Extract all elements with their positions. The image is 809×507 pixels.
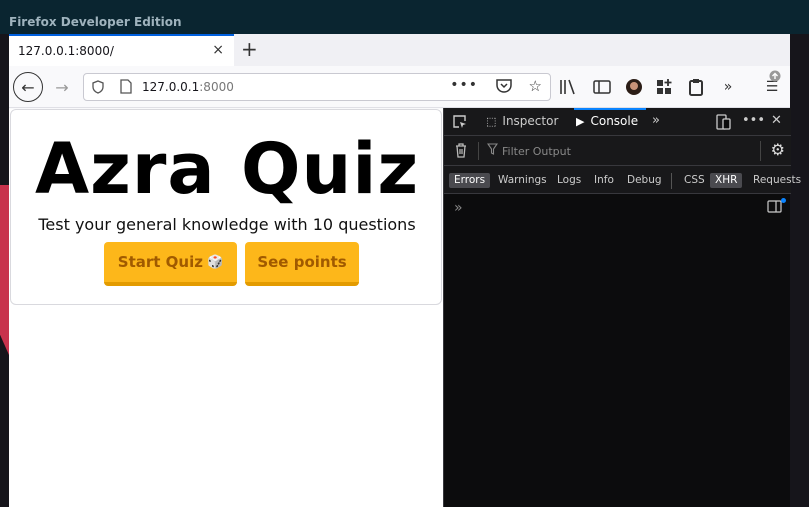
tab-title: 127.0.0.1:8000/ [18,44,114,58]
url-port: :8000 [199,80,234,94]
console-sidebar-toggle-icon[interactable] [767,200,782,213]
level-separator [671,173,672,189]
page-actions-more-icon[interactable]: ••• [450,77,478,93]
devtools-panel: ⬚ Inspector ▶ Console » ••• ✕ Filter Out… [443,108,801,507]
gear-separator [760,141,761,161]
tab-inspector[interactable]: ⬚ Inspector [486,108,558,136]
sidebar-icon[interactable] [591,76,613,98]
devtools-toolbar: ⬚ Inspector ▶ Console » ••• ✕ [444,108,791,136]
see-points-label: See points [257,253,347,271]
dice-icon: 🎲 [207,254,224,270]
extensions-icon[interactable] [653,76,675,98]
clipboard-icon[interactable] [685,76,707,98]
filter-separator [478,142,479,160]
tracking-shield-icon[interactable] [92,80,104,94]
start-quiz-button[interactable]: Start Quiz 🎲 [104,242,237,286]
level-info[interactable]: Info [589,173,619,188]
tab-console[interactable]: ▶ Console [574,108,646,136]
filter-icon [487,143,498,155]
console-level-filters: Errors Warnings Logs Info Debug CSS XHR … [444,166,801,194]
url-host: 127.0.0.1 [142,80,200,94]
tab-strip: 127.0.0.1:8000/ × + [9,34,790,66]
level-logs[interactable]: Logs [552,173,586,188]
desktop-wallpaper-shape [0,185,9,355]
see-points-button[interactable]: See points [245,242,359,286]
filter-output-input[interactable] [502,142,732,160]
console-filter-bar: ⚙ [444,136,791,166]
url-bar[interactable]: 127.0.0.1:8000 ••• ☆ [83,73,551,101]
level-warnings[interactable]: Warnings [493,173,552,188]
pocket-icon[interactable] [496,78,512,93]
devtools-more-tabs-icon[interactable]: » [652,113,660,128]
devtools-close-icon[interactable]: ✕ [771,113,782,128]
clear-console-icon[interactable] [454,142,468,158]
window-title: Firefox Developer Edition [9,15,182,29]
browser-window: 127.0.0.1:8000/ × + ← → 127.0.0.1:8000 •… [9,34,801,507]
bookmark-star-icon[interactable]: ☆ [529,77,542,95]
element-picker-icon[interactable] [452,114,468,130]
browser-tab[interactable]: 127.0.0.1:8000/ × [9,34,234,66]
back-button[interactable]: ← [13,72,43,102]
page-title: Azra Quiz [34,128,420,210]
toolbar-overflow-icon[interactable]: » [717,76,739,98]
console-input-prompt[interactable]: » [454,200,463,216]
start-quiz-label: Start Quiz [117,253,203,271]
tab-console-label: Console [590,114,639,128]
notification-dot [781,198,786,203]
console-settings-gear-icon[interactable]: ⚙ [771,140,785,159]
new-tab-button[interactable]: + [241,37,258,61]
page-info-icon[interactable] [120,79,132,94]
inspector-icon: ⬚ [486,115,497,128]
devtools-menu-icon[interactable]: ••• [742,113,765,128]
console-icon: ▶ [576,115,585,128]
forward-button[interactable]: → [47,72,77,102]
page-subtitle: Test your general knowledge with 10 ques… [38,215,416,234]
level-xhr[interactable]: XHR [710,173,743,188]
avatar[interactable] [623,76,645,98]
window-titlebar: Firefox Developer Edition [0,0,809,34]
level-css[interactable]: CSS [679,173,710,188]
library-icon[interactable] [557,76,579,98]
quiz-card: Azra Quiz Test your general knowledge wi… [10,109,442,305]
page-content: Azra Quiz Test your general knowledge wi… [9,109,443,507]
tab-close-icon[interactable]: × [212,42,224,58]
tab-inspector-label: Inspector [502,114,559,128]
update-badge-icon [769,70,781,82]
level-requests[interactable]: Requests [748,173,806,188]
nav-toolbar: ← → 127.0.0.1:8000 ••• ☆ » ☰ [9,66,790,108]
level-errors[interactable]: Errors [449,173,491,188]
url-text[interactable]: 127.0.0.1:8000 [142,80,234,94]
level-debug[interactable]: Debug [622,173,667,188]
responsive-design-icon[interactable] [716,114,731,130]
